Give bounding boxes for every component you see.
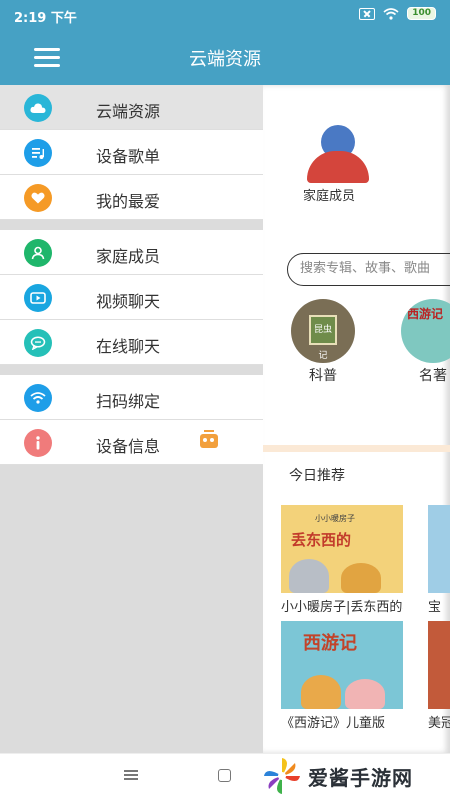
recommend-card[interactable]: 美冠 [428, 621, 450, 731]
menu-item-label: 家庭成员 [96, 247, 161, 266]
menu-item-scan-bind[interactable]: 扫码绑定 [0, 375, 263, 420]
menu-item-cloud-resources[interactable]: 云端资源 [0, 85, 263, 130]
category-label: 科普 [309, 368, 337, 384]
heart-icon [24, 184, 52, 212]
menu-item-label: 设备歌单 [96, 147, 161, 166]
status-icons: 100 [359, 7, 436, 20]
person-icon [24, 239, 52, 267]
recommend-card[interactable]: 小小暖房子 丢东西的 小小暖房子|丢东西的小动物系列 [281, 505, 403, 615]
family-member-avatar[interactable] [307, 125, 369, 183]
section-divider [263, 445, 450, 452]
category-classics[interactable]: 西游记 名著 [398, 299, 450, 385]
side-drawer: 云端资源 设备歌单 我的最爱 家庭成员 视频聊天 在线聊天 扫码绑定 设备信息 [0, 85, 263, 753]
cloud-icon [24, 94, 52, 122]
recommend-card[interactable]: 宝 [428, 505, 450, 615]
menu-item-label: 视频聊天 [96, 292, 161, 311]
classics-thumbnail: 西游记 [401, 299, 450, 363]
card-thumbnail [428, 621, 450, 709]
family-member-label: 家庭成员 [303, 189, 356, 204]
science-thumbnail: 昆虫记 [291, 299, 355, 363]
card-caption: 《西游记》儿童版 [281, 716, 386, 731]
menu-item-label: 我的最爱 [96, 192, 161, 211]
card-caption: 小小暖房子|丢东西的小动物系列 [281, 600, 403, 615]
category-science[interactable]: 昆虫记 科普 [288, 299, 358, 385]
menu-group-3: 扫码绑定 设备信息 [0, 375, 263, 465]
menu-divider [0, 220, 263, 230]
menu-item-label: 在线聊天 [96, 337, 161, 356]
page-title: 云端资源 [189, 49, 261, 70]
section-title: 今日推荐 [289, 468, 345, 484]
search-input[interactable]: 搜索专辑、故事、歌曲 [287, 253, 450, 286]
menu-item-online-chat[interactable]: 在线聊天 [0, 320, 263, 365]
pinwheel-logo-icon [264, 758, 300, 794]
card-thumbnail [428, 505, 450, 593]
menu-item-video-chat[interactable]: 视频聊天 [0, 275, 263, 320]
watermark-text: 爱酱手游网 [308, 765, 413, 790]
category-label: 名著 [419, 368, 447, 384]
playlist-icon [24, 139, 52, 167]
app-header: 云端资源 [0, 30, 450, 85]
info-icon [24, 429, 52, 457]
main-content: 家庭成员 搜索专辑、故事、歌曲 昆虫记 科普 西游记 名著 今日推荐 小小暖房子… [263, 85, 450, 753]
no-sim-icon [359, 7, 376, 20]
menu-item-label: 扫码绑定 [96, 392, 161, 411]
recent-apps-icon[interactable] [124, 770, 138, 780]
card-caption: 美冠 [428, 716, 450, 731]
menu-item-device-playlist[interactable]: 设备歌单 [0, 130, 263, 175]
card-caption: 宝 [428, 600, 442, 615]
menu-group-2: 家庭成员 视频聊天 在线聊天 [0, 230, 263, 365]
card-thumbnail: 西游记 [281, 621, 403, 709]
video-icon [24, 284, 52, 312]
menu-group-1: 云端资源 设备歌单 我的最爱 [0, 85, 263, 220]
menu-item-device-info[interactable]: 设备信息 [0, 420, 263, 465]
menu-divider [0, 365, 263, 375]
menu-item-label: 设备信息 [96, 437, 161, 456]
status-time: 2:19 下午 [14, 11, 77, 26]
menu-item-family-members[interactable]: 家庭成员 [0, 230, 263, 275]
menu-item-favorites[interactable]: 我的最爱 [0, 175, 263, 220]
chat-icon [24, 329, 52, 357]
wifi-icon [24, 384, 52, 412]
battery-icon: 100 [407, 7, 436, 20]
status-bar: 2:19 下午 100 [0, 0, 450, 30]
wifi-signal-icon [383, 7, 399, 20]
recommend-card[interactable]: 西游记 《西游记》儿童版 [281, 621, 403, 731]
card-thumbnail: 小小暖房子 丢东西的 [281, 505, 403, 593]
home-icon[interactable] [218, 769, 231, 782]
menu-item-label: 云端资源 [96, 102, 161, 121]
watermark: 爱酱手游网 [262, 755, 413, 797]
tv-badge-icon [200, 430, 218, 448]
